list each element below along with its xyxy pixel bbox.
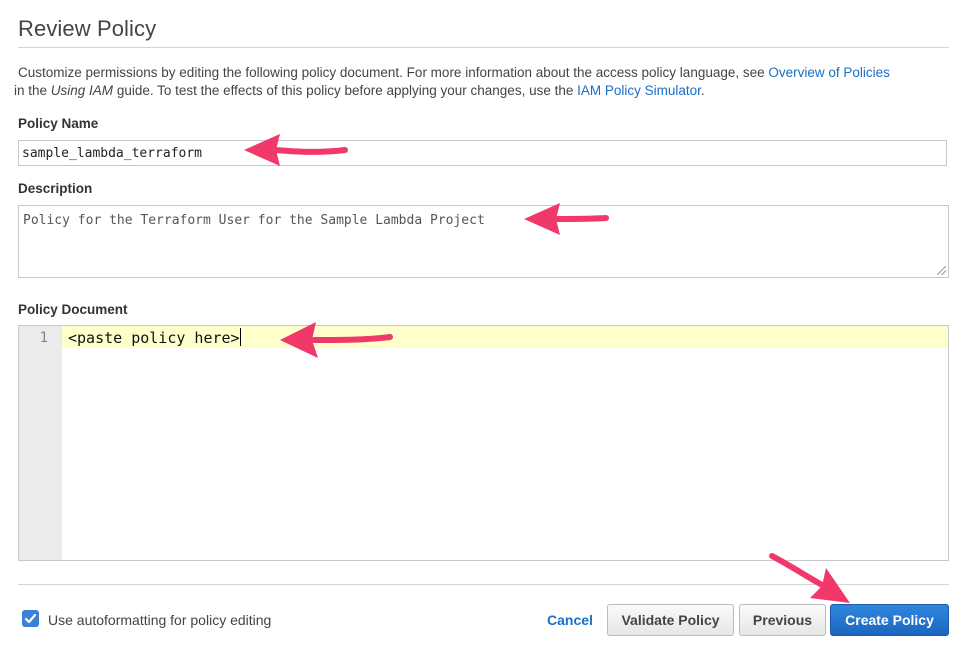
text-cursor (239, 328, 241, 346)
description-label: Description (18, 181, 93, 196)
cancel-button[interactable]: Cancel (538, 604, 602, 636)
description-value: Policy for the Terraform User for the Sa… (23, 213, 485, 228)
title-divider (18, 47, 949, 48)
resize-handle-icon[interactable] (937, 266, 946, 275)
policy-document-label: Policy Document (18, 302, 128, 317)
intro-part2: in the (14, 83, 51, 98)
intro-part3: guide. To test the effects of this polic… (113, 83, 578, 98)
footer-divider (18, 584, 949, 585)
checkmark-icon (24, 613, 37, 624)
intro-text: Customize permissions by editing the fol… (14, 64, 953, 100)
previous-button[interactable]: Previous (739, 604, 826, 636)
overview-of-policies-link[interactable]: Overview of Policies (768, 65, 890, 80)
autoformat-label[interactable]: Use autoformatting for policy editing (48, 612, 271, 628)
page-title: Review Policy (18, 16, 157, 41)
description-textarea[interactable]: Policy for the Terraform User for the Sa… (18, 205, 949, 278)
iam-policy-simulator-link[interactable]: IAM Policy Simulator (577, 83, 701, 98)
policy-document-editor[interactable]: 1 <paste policy here> (18, 325, 949, 561)
editor-content[interactable]: <paste policy here> (68, 328, 241, 347)
create-policy-button[interactable]: Create Policy (830, 604, 949, 636)
editor-gutter: 1 (19, 326, 62, 560)
editor-text: <paste policy here> (68, 329, 240, 347)
policy-name-label: Policy Name (18, 116, 99, 131)
intro-part1: Customize permissions by editing the fol… (18, 65, 769, 80)
policy-name-input[interactable]: sample_lambda_terraform (18, 140, 947, 166)
intro-part4: . (700, 83, 705, 98)
autoformat-checkbox[interactable] (22, 610, 39, 627)
validate-policy-button[interactable]: Validate Policy (607, 604, 734, 636)
intro-italic: Using IAM (50, 83, 114, 98)
line-number: 1 (39, 330, 48, 346)
